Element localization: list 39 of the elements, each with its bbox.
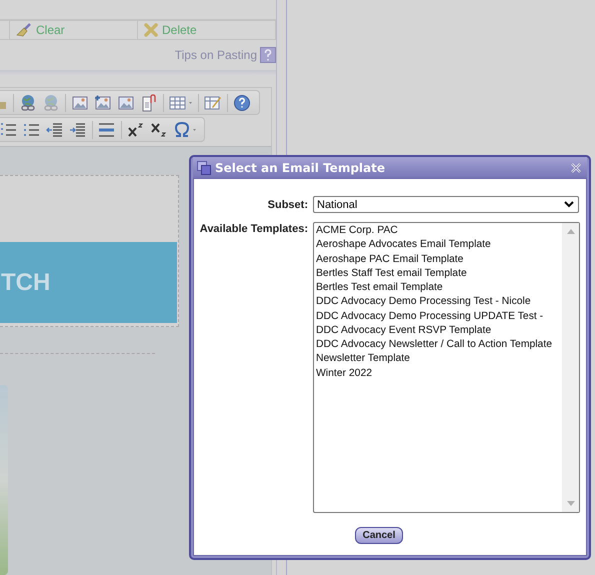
subset-dropdown[interactable]: National — [313, 196, 579, 213]
indent-icon[interactable] — [69, 120, 87, 139]
windows-icon — [197, 160, 211, 174]
align-icon[interactable] — [98, 120, 116, 139]
dropdown-value: National — [317, 198, 358, 210]
template-option[interactable]: DDC Advocacy Newsletter / Call to Action Template — [316, 338, 562, 352]
template-option[interactable]: Newsletter Template — [316, 352, 562, 366]
broom-icon — [16, 23, 32, 38]
close-icon[interactable] — [571, 162, 581, 172]
image-add-icon[interactable] — [94, 94, 112, 112]
x-icon — [144, 23, 158, 38]
template-option[interactable]: Bertles Test email Template — [316, 281, 562, 296]
template-option[interactable]: DDC Advocacy Demo Processing Test - Nicole — [316, 295, 562, 310]
help-icon[interactable] — [260, 47, 276, 64]
template-option[interactable]: DDC Advocacy Demo Processing UPDATE Test - — [316, 310, 562, 324]
template-option[interactable]: Aeroshape Advocates Email Template — [316, 238, 562, 252]
help-icon[interactable] — [233, 94, 251, 112]
field-label: Available Templates: — [198, 223, 308, 235]
outdent-icon[interactable] — [46, 120, 64, 139]
subscript-icon[interactable] — [150, 120, 168, 139]
template-option[interactable]: Bertles Staff Test email Template — [316, 266, 562, 281]
template-option[interactable]: Aeroshape PAC Email Template — [316, 252, 562, 267]
template-listbox[interactable] — [313, 222, 580, 513]
chevron-down-icon — [564, 201, 574, 208]
template-option[interactable]: DDC Advocacy Event RSVP Template — [316, 324, 562, 338]
dialog-title: Select an Email Template — [215, 160, 386, 174]
document-attach-icon[interactable] — [140, 94, 158, 112]
template-option[interactable]: Winter 2022 — [316, 366, 562, 381]
omega-icon[interactable] — [173, 120, 197, 139]
image-icon[interactable] — [71, 94, 89, 112]
superscript-icon[interactable] — [127, 120, 145, 139]
image-icon[interactable] — [117, 94, 135, 112]
cancel-button[interactable]: Cancel — [354, 527, 404, 544]
field-label: Subset: — [266, 199, 308, 211]
table-icon[interactable] — [169, 94, 193, 112]
template-option[interactable]: ACME Corp. PAC — [316, 224, 562, 238]
edit-icon[interactable] — [204, 94, 222, 112]
banner-text: TCH — [1, 268, 50, 297]
link-icon[interactable] — [19, 94, 37, 112]
